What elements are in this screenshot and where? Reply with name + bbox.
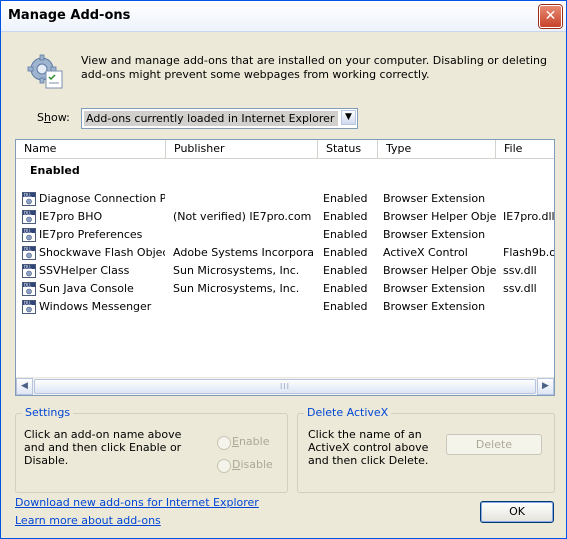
svg-text:DLL: DLL bbox=[24, 283, 32, 288]
scroll-thumb[interactable]: III bbox=[34, 379, 536, 394]
title-bar[interactable]: Manage Add-ons ✕ bbox=[1, 1, 566, 32]
settings-group: Settings Click an add-on name above and … bbox=[15, 406, 288, 493]
group-title-enabled: Enabled bbox=[30, 164, 80, 177]
cell-name: Shockwave Flash Object bbox=[39, 246, 165, 259]
table-row[interactable]: DLL Sun Java Console Sun Microsystems, Inc… bbox=[16, 280, 554, 298]
cell-file: ssv.dll bbox=[503, 282, 537, 295]
cell-status: Enabled bbox=[323, 192, 368, 205]
table-row[interactable]: DLL Windows Messenger Enabled Browser Exten… bbox=[16, 298, 554, 316]
dll-icon: DLL bbox=[22, 246, 36, 260]
disable-radio[interactable] bbox=[217, 459, 231, 473]
addons-gear-icon bbox=[27, 54, 63, 89]
cell-status: Enabled bbox=[323, 228, 368, 241]
delete-button[interactable]: Delete bbox=[446, 434, 542, 455]
intro-description: View and manage add-ons that are install… bbox=[81, 54, 547, 81]
column-header-type[interactable]: Type bbox=[378, 140, 496, 158]
column-header-status[interactable]: Status bbox=[318, 140, 378, 158]
learn-more-link[interactable]: Learn more about add-ons bbox=[15, 514, 161, 527]
cell-status: Enabled bbox=[323, 264, 368, 277]
svg-text:DLL: DLL bbox=[24, 301, 32, 306]
table-row[interactable]: DLL SSVHelper Class Sun Microsystems, Inc.… bbox=[16, 262, 554, 280]
cell-publisher: Sun Microsystems, Inc. bbox=[173, 264, 300, 277]
table-row[interactable]: DLL Shockwave Flash Object Adobe Systems I… bbox=[16, 244, 554, 262]
close-button[interactable]: ✕ bbox=[539, 5, 562, 28]
table-row[interactable]: DLL IE7pro BHO (Not verified) IE7pro.com En… bbox=[16, 208, 554, 226]
cell-name: Windows Messenger bbox=[39, 300, 152, 313]
cell-publisher: (Not verified) IE7pro.com bbox=[173, 210, 312, 223]
download-addons-link[interactable]: Download new add-ons for Internet Explor… bbox=[15, 496, 259, 509]
cell-name: IE7pro BHO bbox=[39, 210, 103, 223]
dll-icon: DLL bbox=[22, 228, 36, 242]
dll-icon: DLL bbox=[22, 210, 36, 224]
cell-file: ssv.dll bbox=[503, 264, 537, 277]
horizontal-scrollbar[interactable]: ◀ III ▶ bbox=[16, 377, 554, 395]
dll-icon: DLL bbox=[22, 192, 36, 206]
cell-publisher: Adobe Systems Incorpora... bbox=[173, 246, 314, 259]
disable-label: Disable bbox=[232, 458, 273, 471]
show-dropdown-value: Add-ons currently loaded in Internet Exp… bbox=[84, 111, 338, 126]
cell-type: Browser Helper Object bbox=[383, 210, 496, 223]
cell-type: Browser Extension bbox=[383, 228, 486, 241]
scroll-left-icon[interactable]: ◀ bbox=[16, 378, 33, 395]
show-label: Show: bbox=[37, 111, 70, 124]
delete-activex-description: Click the name of an ActiveX control abo… bbox=[308, 428, 429, 467]
cell-status: Enabled bbox=[323, 300, 368, 313]
column-header-file[interactable]: File bbox=[496, 140, 554, 158]
cell-publisher: Sun Microsystems, Inc. bbox=[173, 282, 300, 295]
cell-type: ActiveX Control bbox=[383, 246, 468, 259]
close-icon: ✕ bbox=[544, 8, 557, 24]
cell-status: Enabled bbox=[323, 210, 368, 223]
manage-addons-dialog: Manage Add-ons ✕ View and manage add-ons… bbox=[0, 0, 567, 539]
chevron-down-icon[interactable]: ▼ bbox=[341, 110, 356, 125]
svg-text:DLL: DLL bbox=[24, 265, 32, 270]
delete-activex-legend: Delete ActiveX bbox=[304, 406, 392, 419]
column-header-publisher[interactable]: Publisher bbox=[166, 140, 318, 158]
column-header-name[interactable]: Name bbox=[16, 140, 166, 158]
settings-description: Click an add-on name above and and then … bbox=[24, 428, 182, 467]
dll-icon: DLL bbox=[22, 282, 36, 296]
cell-status: Enabled bbox=[323, 246, 368, 259]
scroll-right-icon[interactable]: ▶ bbox=[537, 378, 554, 395]
enable-radio[interactable] bbox=[217, 436, 231, 450]
dll-icon: DLL bbox=[22, 300, 36, 314]
table-row[interactable]: DLL IE7pro Preferences Enabled Browser Exte… bbox=[16, 226, 554, 244]
cell-type: Browser Extension bbox=[383, 300, 486, 313]
cell-name: IE7pro Preferences bbox=[39, 228, 143, 241]
cell-name: SSVHelper Class bbox=[39, 264, 130, 277]
svg-text:DLL: DLL bbox=[24, 247, 32, 252]
cell-status: Enabled bbox=[323, 282, 368, 295]
cell-type: Browser Extension bbox=[383, 192, 486, 205]
table-row[interactable]: DLL Diagnose Connection Pr... Enabled Brows… bbox=[16, 190, 554, 208]
cell-name: Sun Java Console bbox=[39, 282, 134, 295]
cell-file: IE7pro.dll bbox=[503, 210, 554, 223]
enable-label: Enable bbox=[232, 435, 270, 448]
cell-type: Browser Helper Object bbox=[383, 264, 496, 277]
cell-file: Flash9b.oc bbox=[503, 246, 554, 259]
list-header: Name Publisher Status Type File bbox=[16, 140, 554, 159]
cell-type: Browser Extension bbox=[383, 282, 486, 295]
delete-activex-group: Delete ActiveX Click the name of an Acti… bbox=[297, 406, 555, 493]
cell-name: Diagnose Connection Pr... bbox=[39, 192, 165, 205]
settings-legend: Settings bbox=[22, 406, 74, 419]
svg-text:DLL: DLL bbox=[24, 211, 32, 216]
svg-text:DLL: DLL bbox=[24, 193, 32, 198]
svg-text:DLL: DLL bbox=[24, 229, 32, 234]
ok-button[interactable]: OK bbox=[480, 501, 554, 523]
dll-icon: DLL bbox=[22, 264, 36, 278]
addons-list[interactable]: Name Publisher Status Type File Enabled … bbox=[15, 139, 555, 396]
window-title: Manage Add-ons bbox=[8, 8, 131, 23]
show-dropdown[interactable]: Add-ons currently loaded in Internet Exp… bbox=[81, 108, 358, 129]
